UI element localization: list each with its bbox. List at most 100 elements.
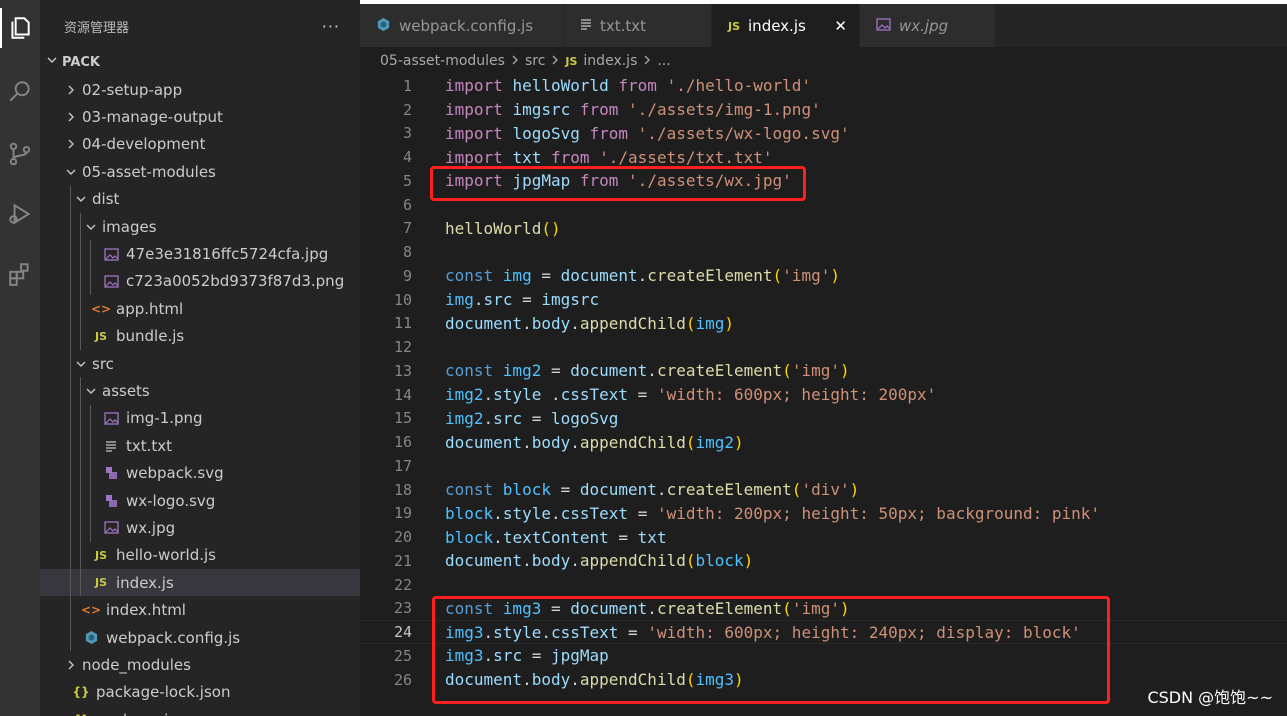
code-token: './hello-world'	[666, 76, 812, 96]
tree-folder[interactable]: src	[40, 349, 360, 378]
search-icon[interactable]	[0, 72, 40, 112]
indent-guide	[70, 514, 71, 542]
close-tab-icon[interactable]: ✕	[834, 17, 847, 35]
tree-file[interactable]: wx-logo.svg	[40, 486, 360, 515]
tree-file[interactable]: <> index.html	[40, 596, 360, 624]
tree-file[interactable]: wx.jpg	[40, 514, 360, 542]
code-line[interactable]: 12	[360, 335, 1287, 359]
tree-file[interactable]: webpack.svg	[40, 459, 360, 487]
tree-item-label: package.json	[96, 711, 195, 716]
code-line[interactable]: 18 const block = document.createElement('…	[360, 478, 1287, 502]
code-line[interactable]: 19 block.style.cssText = 'width: 200px; h…	[360, 502, 1287, 526]
tree-item-label: c723a0052bd9373f87d3.png	[126, 272, 345, 291]
tree-folder[interactable]: dist	[40, 185, 360, 213]
tree-item-label: index.js	[116, 573, 174, 592]
tree-file[interactable]: JS bundle.js	[40, 322, 360, 350]
line-content: import imgsrc from './assets/img-1.png'	[445, 100, 821, 119]
code-line[interactable]: 17	[360, 454, 1287, 478]
code-line[interactable]: 21 document.body.appendChild(block)	[360, 549, 1287, 573]
code-token: img	[502, 266, 542, 286]
html-file-icon: <>	[90, 301, 112, 316]
workspace-section-header[interactable]: PACK	[40, 51, 360, 73]
tab-index-js[interactable]: JS index.js ✕	[712, 4, 860, 47]
tab-wx-jpg[interactable]: wx.jpg	[860, 4, 996, 47]
tree-folder[interactable]: 03-manage-output	[40, 103, 360, 130]
tree-file[interactable]: txt.txt	[40, 432, 360, 460]
tree-file[interactable]: webpack.config.js	[40, 623, 360, 652]
code-line[interactable]: 20 block.textContent = txt	[360, 525, 1287, 549]
tab-webpack-config-js[interactable]: webpack.config.js	[360, 4, 564, 47]
chevron-down-icon[interactable]	[82, 221, 100, 233]
tree-file[interactable]: c723a0052bd9373f87d3.png	[40, 267, 360, 296]
code-token: .	[522, 551, 532, 571]
chevron-right-icon[interactable]	[62, 84, 80, 96]
line-content: block.textContent = txt	[445, 528, 667, 547]
breadcrumb-item[interactable]: index.js	[583, 53, 637, 69]
tree-item-label: txt.txt	[126, 436, 173, 455]
tree-folder[interactable]: 04-development	[40, 131, 360, 158]
code-token: )	[743, 551, 754, 571]
tree-item-label: hello-world.js	[116, 546, 216, 565]
tab-label: index.js	[748, 16, 806, 35]
breadcrumb-item[interactable]: ...	[657, 53, 670, 69]
code-token: (	[782, 361, 792, 381]
code-line[interactable]: 1 import helloWorld from './hello-world'	[360, 74, 1287, 98]
code-line[interactable]: 8	[360, 240, 1287, 264]
code-line[interactable]: 16 document.body.appendChild(img2)	[360, 430, 1287, 454]
chevron-down-icon[interactable]	[82, 385, 100, 397]
code-line[interactable]: 2 import imgsrc from './assets/img-1.png'	[360, 98, 1287, 122]
code-line[interactable]: 7 helloWorld()	[360, 217, 1287, 241]
tree-file[interactable]: <> app.html	[40, 295, 360, 323]
html-file-icon: <>	[80, 603, 102, 618]
code-token: block	[445, 503, 494, 523]
tree-item-label: node_modules	[82, 655, 191, 674]
code-token: document	[445, 313, 523, 333]
chevron-down-icon[interactable]	[72, 358, 90, 370]
tree-folder[interactable]: 05-asset-modules	[40, 158, 360, 185]
code-token: img	[445, 290, 474, 310]
more-actions-icon[interactable]: ···	[322, 17, 340, 36]
tree-file[interactable]: img-1.png	[40, 404, 360, 433]
code-token: document	[445, 551, 523, 571]
code-token: .	[483, 408, 494, 428]
code-token: from	[618, 76, 667, 96]
code-token: )	[839, 361, 850, 381]
code-line[interactable]: 10 img.src = imgsrc	[360, 288, 1287, 312]
tree-file[interactable]: {} package-lock.json	[40, 679, 360, 706]
code-token: body	[531, 432, 571, 452]
code-line[interactable]: 9 const img = document.createElement('img…	[360, 264, 1287, 288]
indent-guide	[70, 377, 71, 405]
chevron-down-icon[interactable]	[72, 193, 90, 205]
tree-folder[interactable]: images	[40, 212, 360, 241]
chevron-down-icon[interactable]	[62, 166, 80, 178]
extensions-icon[interactable]	[0, 254, 40, 294]
indent-guide	[80, 459, 81, 487]
tree-file[interactable]: JS hello-world.js	[40, 541, 360, 570]
breadcrumb-item[interactable]: src	[525, 53, 545, 69]
tree-file[interactable]: {}package.json	[40, 706, 360, 716]
code-line[interactable]: 14 img2.style .cssText = 'width: 600px; h…	[360, 383, 1287, 407]
chevron-right-icon[interactable]	[62, 111, 80, 123]
line-number: 14	[393, 385, 412, 404]
tree-item-label: images	[102, 217, 157, 236]
source-control-icon[interactable]	[0, 134, 40, 174]
code-line[interactable]: 15 img2.src = logoSvg	[360, 407, 1287, 431]
code-line[interactable]: 13 const img2 = document.createElement('i…	[360, 359, 1287, 383]
run-debug-icon[interactable]	[0, 194, 40, 234]
breadcrumb-item[interactable]: 05-asset-modules	[380, 53, 505, 69]
code-line[interactable]: 11 document.body.appendChild(img)	[360, 312, 1287, 336]
explorer-files-icon[interactable]	[0, 8, 40, 48]
chevron-right-icon[interactable]	[62, 138, 80, 150]
code-token: createElement	[656, 361, 783, 381]
tree-file[interactable]: JS index.js	[40, 569, 360, 597]
tree-file[interactable]: 47e3e31816ffc5724cfa.jpg	[40, 240, 360, 268]
line-number: 8	[402, 243, 412, 262]
line-number: 5	[402, 171, 412, 190]
chevron-right-icon[interactable]	[62, 659, 80, 671]
tab-txt-txt[interactable]: txt.txt	[564, 4, 712, 47]
tree-folder[interactable]: 02-setup-app	[40, 76, 360, 103]
code-line[interactable]: 22	[360, 573, 1287, 597]
tree-folder[interactable]: node_modules	[40, 651, 360, 678]
code-line[interactable]: 3 import logoSvg from './assets/wx-logo.s…	[360, 122, 1287, 146]
tree-folder[interactable]: assets	[40, 377, 360, 405]
